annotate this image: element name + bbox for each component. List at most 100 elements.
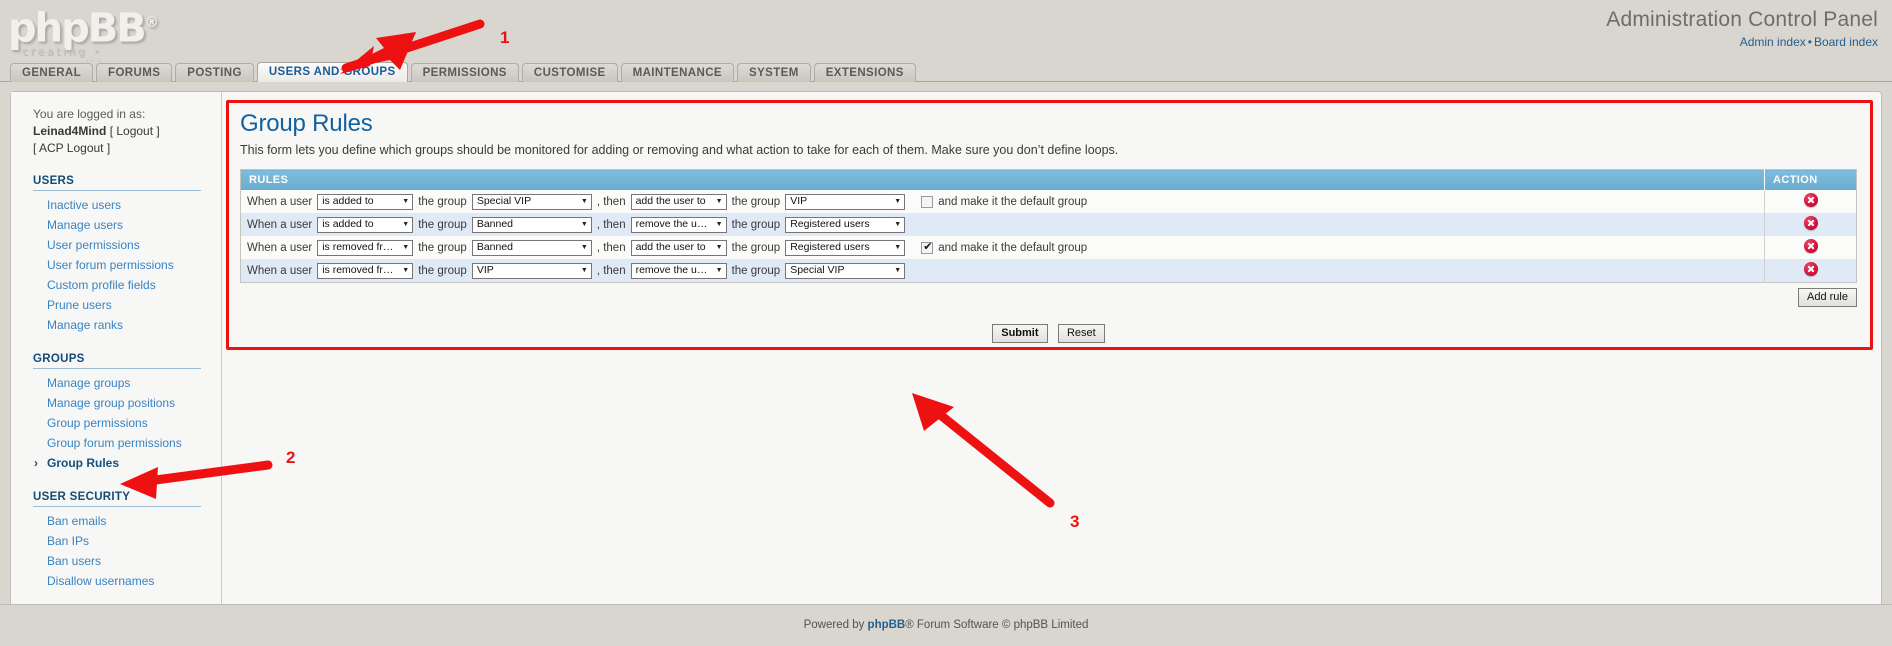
delete-rule-icon[interactable] — [1803, 239, 1818, 253]
admin-index-link[interactable]: Admin index — [1740, 35, 1806, 49]
label-the-group-2: the group — [731, 218, 781, 231]
rule-target-group-select-value: Registered users — [790, 218, 870, 230]
rule-action-select[interactable]: add the user to — [630, 239, 727, 256]
sidebar-item-user-permissions[interactable]: User permissions — [33, 235, 221, 255]
sidebar-item-manage-group-positions[interactable]: Manage group positions — [33, 393, 221, 413]
rule-trigger-select-value: is added to — [322, 218, 374, 230]
footer-text-after: ® Forum Software © phpBB Limited — [905, 619, 1089, 631]
tab-forums[interactable]: FORUMS — [96, 63, 173, 82]
rule-source-group-select[interactable]: Banned — [471, 239, 592, 256]
rule-source-group-select-value: Special VIP — [476, 195, 532, 207]
sidebar-nav: USERS Inactive users Manage users User perm… — [33, 175, 221, 591]
tab-permissions[interactable]: PERMISSIONS — [410, 63, 519, 82]
rule-cell: When a user is added to the group Special V… — [241, 190, 1765, 213]
sidebar-section-users: USERS — [33, 175, 201, 191]
rule-action-select-value: add the user to — [635, 195, 706, 207]
add-rule-button[interactable]: Add rule — [1798, 288, 1857, 307]
rule-trigger-select[interactable]: is removed from — [317, 239, 414, 256]
rule-target-group-select-value: Registered users — [790, 241, 870, 253]
sidebar-item-ban-emails[interactable]: Ban emails — [33, 511, 221, 531]
acp-title: Administration Control Panel — [1606, 8, 1878, 31]
page-header: phpBB® creating • communities Administra… — [0, 0, 1892, 71]
tab-users-and-groups[interactable]: USERS AND GROUPS — [256, 62, 408, 82]
list-item: Group permissions — [33, 413, 221, 433]
list-item: Group forum permissions — [33, 433, 221, 453]
submit-button[interactable]: Submit — [992, 324, 1048, 343]
list-item: User permissions — [33, 235, 221, 255]
rule-trigger-select[interactable]: is added to — [317, 216, 414, 233]
footer-phpbb-link[interactable]: phpBB — [868, 619, 906, 631]
sidebar-item-manage-groups[interactable]: Manage groups — [33, 373, 221, 393]
sidebar-item-manage-ranks[interactable]: Manage ranks — [33, 315, 221, 335]
acp-logout-link[interactable]: [ ACP Logout ] — [33, 141, 110, 155]
rule-source-group-select-value: Banned — [476, 241, 514, 253]
tab-extensions[interactable]: EXTENSIONS — [813, 63, 916, 82]
form-actions: Submit Reset — [240, 323, 1857, 351]
tab-system[interactable]: SYSTEM — [737, 63, 811, 82]
sidebar-section-user-security: USER SECURITY — [33, 491, 201, 507]
sidebar-item-ban-users[interactable]: Ban users — [33, 551, 221, 571]
username-row: Leinad4Mind [ Logout ] — [33, 123, 221, 140]
table-row: When a user is removed from the group Banne… — [240, 236, 1857, 259]
sidebar-item-custom-profile-fields[interactable]: Custom profile fields — [33, 275, 221, 295]
rule-action-select-value: remove the user from — [635, 264, 710, 276]
rule-trigger-select[interactable]: is removed from — [317, 262, 414, 279]
board-index-link[interactable]: Board index — [1814, 35, 1878, 49]
label-the-group: the group — [418, 218, 467, 231]
sidebar-item-prune-users[interactable]: Prune users — [33, 295, 221, 315]
rule-trigger-select[interactable]: is added to — [317, 193, 414, 210]
rule-action-select[interactable]: remove the user from — [630, 216, 727, 233]
sidebar-item-ban-ips[interactable]: Ban IPs — [33, 531, 221, 551]
logout-link[interactable]: [ Logout ] — [110, 124, 160, 138]
rule-source-group-select[interactable]: Banned — [471, 216, 592, 233]
label-the-group-2: the group — [731, 264, 781, 277]
column-header-rules: RULES — [240, 169, 1765, 190]
rule-line: When a user is removed from the group VIP , … — [247, 262, 1758, 279]
rule-action-select[interactable]: remove the user from — [630, 262, 727, 279]
rule-action-select-value: remove the user from — [635, 218, 710, 230]
annotation-number-2: 2 — [286, 448, 296, 467]
rule-cell: When a user is added to the group Banned , t… — [241, 213, 1765, 236]
rule-target-group-select[interactable]: VIP — [785, 193, 906, 210]
list-item: Inactive users — [33, 195, 221, 215]
sidebar-item-inactive-users[interactable]: Inactive users — [33, 195, 221, 215]
delete-rule-icon[interactable] — [1803, 216, 1818, 230]
rule-source-group-select[interactable]: Special VIP — [471, 193, 592, 210]
rule-cell: When a user is removed from the group VIP , … — [241, 259, 1765, 283]
label-then: , then — [596, 195, 626, 208]
sidebar-item-manage-users[interactable]: Manage users — [33, 215, 221, 235]
table-head: RULES ACTION — [240, 169, 1857, 190]
label-when-a-user: When a user — [247, 264, 313, 277]
rule-target-group-select[interactable]: Registered users — [785, 239, 906, 256]
rule-target-group-select[interactable]: Registered users — [785, 216, 906, 233]
rule-action-select[interactable]: add the user to — [630, 193, 727, 210]
sidebar-item-disallow-usernames[interactable]: Disallow usernames — [33, 571, 221, 591]
list-item: Manage ranks — [33, 315, 221, 335]
delete-rule-icon[interactable] — [1803, 193, 1818, 207]
reset-button[interactable]: Reset — [1057, 324, 1105, 343]
rule-target-group-select[interactable]: Special VIP — [785, 262, 906, 279]
sidebar-item-group-rules[interactable]: Group Rules — [33, 453, 221, 473]
default-group-checkbox[interactable] — [921, 195, 934, 208]
tab-maintenance[interactable]: MAINTENANCE — [620, 63, 734, 82]
main-inner: Group Rules This form lets you define wh… — [222, 92, 1881, 351]
sidebar-item-user-forum-permissions[interactable]: User forum permissions — [33, 255, 221, 275]
tab-general[interactable]: GENERAL — [10, 63, 94, 82]
delete-rule-icon[interactable] — [1803, 262, 1818, 276]
tab-customise[interactable]: CUSTOMISE — [521, 63, 618, 82]
list-item: Manage users — [33, 215, 221, 235]
content-wrapper: You are logged in as: Leinad4Mind [ Logo… — [10, 91, 1882, 613]
username: Leinad4Mind — [33, 124, 107, 138]
rule-cell: When a user is removed from the group Banne… — [241, 236, 1765, 259]
list-item: Disallow usernames — [33, 571, 221, 591]
tab-posting[interactable]: POSTING — [175, 63, 254, 82]
annotation-number-1: 1 — [500, 28, 510, 47]
rule-source-group-select[interactable]: VIP — [471, 262, 592, 279]
default-group-checkbox[interactable] — [921, 241, 934, 254]
list-item: Manage groups — [33, 373, 221, 393]
sidebar-item-group-permissions[interactable]: Group permissions — [33, 413, 221, 433]
sidebar-item-group-forum-permissions[interactable]: Group forum permissions — [33, 433, 221, 453]
acp-page: phpBB® creating • communities Administra… — [0, 0, 1892, 646]
link-separator: • — [1807, 35, 1812, 49]
logo-wordmark: phpBB® — [8, 2, 168, 49]
